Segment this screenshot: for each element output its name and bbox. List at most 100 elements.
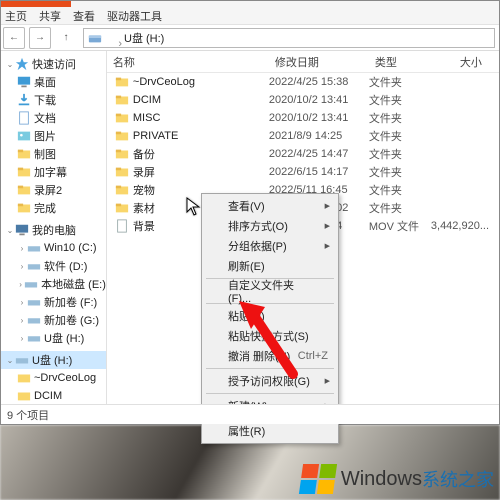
- sidebar-item-label: 新加卷 (F:): [44, 294, 97, 310]
- cell-type: 文件夹: [369, 200, 431, 216]
- ctx-group[interactable]: 分组依据(P): [204, 236, 336, 256]
- drive-icon: [27, 259, 41, 273]
- ctx-label: 粘贴(P): [228, 308, 265, 324]
- cell-date: 2022/6/15 14:17: [269, 166, 369, 178]
- sidebar-usb-root[interactable]: ⌄ U盘 (H:): [1, 351, 106, 369]
- sidebar-item-pictures[interactable]: 图片: [1, 127, 106, 145]
- drive-icon: [27, 295, 41, 309]
- drive-icon: [27, 241, 41, 255]
- sidebar: ⌄ 快速访问 桌面 下载 文档 图片 制图 加字幕 录屏2 完成 ⌄ 我的电脑: [1, 51, 107, 404]
- folder-icon: [115, 111, 129, 125]
- cell-date: 2020/10/2 13:41: [269, 112, 369, 124]
- ctx-label: 粘贴快捷方式(S): [228, 328, 309, 344]
- ctx-customize-folder[interactable]: 自定义文件夹(F)...: [204, 281, 336, 301]
- table-row[interactable]: 录屏2022/6/15 14:17文件夹: [107, 163, 499, 181]
- ribbon-cropped: [1, 1, 499, 7]
- breadcrumb[interactable]: U盘 (H:): [83, 28, 495, 48]
- tab-share[interactable]: 共享: [39, 8, 61, 24]
- chevron-right-icon: ›: [17, 316, 27, 325]
- col-size[interactable]: 大小: [431, 54, 493, 70]
- sidebar-drive-d[interactable]: ›软件 (D:): [1, 257, 106, 275]
- sidebar-quick-access[interactable]: ⌄ 快速访问: [1, 55, 106, 73]
- watermark-text: Windows: [341, 468, 422, 491]
- table-row[interactable]: ~DrvCeoLog2022/4/25 15:38文件夹: [107, 73, 499, 91]
- status-item-count: 9 个项目: [7, 407, 49, 423]
- sidebar-item-downloads[interactable]: 下载: [1, 91, 106, 109]
- folder-icon: [17, 147, 31, 161]
- tab-view[interactable]: 查看: [73, 8, 95, 24]
- drive-icon: [27, 331, 41, 345]
- folder-icon: [115, 93, 129, 107]
- sidebar-drive-f[interactable]: ›新加卷 (F:): [1, 293, 106, 311]
- sidebar-item-label: U盘 (H:): [44, 330, 84, 346]
- sidebar-item-label: 加字幕: [34, 164, 67, 180]
- up-button[interactable]: ↑: [55, 27, 77, 49]
- sidebar-drive-h[interactable]: ›U盘 (H:): [1, 329, 106, 347]
- sidebar-item-label: ~DrvCeoLog: [34, 372, 96, 384]
- table-row[interactable]: 备份2022/4/25 14:47文件夹: [107, 145, 499, 163]
- tab-home[interactable]: 主页: [5, 8, 27, 24]
- sidebar-item-label: DCIM: [34, 390, 62, 402]
- cell-name: MISC: [107, 111, 269, 125]
- sidebar-item-label: 制图: [34, 146, 56, 162]
- cell-type: 文件夹: [369, 128, 431, 144]
- sidebar-this-pc[interactable]: ⌄ 我的电脑: [1, 221, 106, 239]
- sidebar-item-custom1[interactable]: 制图: [1, 145, 106, 163]
- folder-icon: [17, 389, 31, 403]
- fwd-button[interactable]: →: [29, 27, 51, 49]
- table-row[interactable]: MISC2020/10/2 13:41文件夹: [107, 109, 499, 127]
- chevron-down-icon: ⌄: [5, 356, 15, 365]
- folder-icon: [17, 371, 31, 385]
- cell-type: 文件夹: [369, 146, 431, 162]
- sidebar-usb-dcim[interactable]: DCIM: [1, 387, 106, 404]
- sidebar-item-label: 文档: [34, 110, 56, 126]
- ctx-sort[interactable]: 排序方式(O): [204, 216, 336, 236]
- sidebar-item-done[interactable]: 完成: [1, 199, 106, 217]
- crumb-drive[interactable]: U盘 (H:): [118, 30, 170, 46]
- sidebar-item-desktop[interactable]: 桌面: [1, 73, 106, 91]
- cell-type: MOV 文件: [369, 218, 431, 234]
- tab-drive-tools[interactable]: 驱动器工具: [107, 8, 162, 24]
- desktop-icon: [17, 75, 31, 89]
- table-row[interactable]: DCIM2020/10/2 13:41文件夹: [107, 91, 499, 109]
- sidebar-drive-g[interactable]: ›新加卷 (G:): [1, 311, 106, 329]
- sidebar-item-subtitle[interactable]: 加字幕: [1, 163, 106, 181]
- ctx-undo[interactable]: 撤消 删除(U)Ctrl+Z: [204, 346, 336, 366]
- watermark: Windows 系统之家: [301, 464, 494, 494]
- watermark-text-cn: 系统之家: [422, 466, 494, 492]
- status-bar: 9 个项目: [1, 404, 499, 424]
- back-button[interactable]: ←: [3, 27, 25, 49]
- sidebar-usb-drv[interactable]: ~DrvCeoLog: [1, 369, 106, 387]
- sidebar-drive-e[interactable]: ›本地磁盘 (E:): [1, 275, 106, 293]
- ctx-paste-shortcut[interactable]: 粘贴快捷方式(S): [204, 326, 336, 346]
- ctx-properties[interactable]: 属性(R): [204, 421, 336, 441]
- folder-icon: [17, 201, 31, 215]
- table-row[interactable]: PRIVATE2021/8/9 14:25文件夹: [107, 127, 499, 145]
- ctx-refresh[interactable]: 刷新(E): [204, 256, 336, 276]
- ctx-label: 分组依据(P): [228, 238, 287, 254]
- column-headers[interactable]: 名称 修改日期 类型 大小: [107, 51, 499, 73]
- ctx-paste[interactable]: 粘贴(P): [204, 306, 336, 326]
- sidebar-item-label: 桌面: [34, 74, 56, 90]
- cell-type: 文件夹: [369, 164, 431, 180]
- folder-icon: [115, 75, 129, 89]
- cell-type: 文件夹: [369, 110, 431, 126]
- sidebar-drive-c[interactable]: ›Win10 (C:): [1, 239, 106, 257]
- cell-date: 2021/8/9 14:25: [269, 130, 369, 142]
- folder-icon: [115, 147, 129, 161]
- col-type[interactable]: 类型: [369, 54, 431, 70]
- sidebar-item-label: 我的电脑: [32, 222, 76, 238]
- sidebar-item-documents[interactable]: 文档: [1, 109, 106, 127]
- ctx-label: 属性(R): [228, 423, 265, 439]
- star-icon: [15, 57, 29, 71]
- cell-type: 文件夹: [369, 182, 431, 198]
- drive-icon: [27, 313, 41, 327]
- chevron-down-icon: ⌄: [5, 60, 15, 69]
- col-name[interactable]: 名称: [107, 54, 269, 70]
- ctx-view[interactable]: 查看(V): [204, 196, 336, 216]
- download-icon: [17, 93, 31, 107]
- sidebar-item-rec2[interactable]: 录屏2: [1, 181, 106, 199]
- col-date[interactable]: 修改日期: [269, 54, 369, 70]
- ctx-access[interactable]: 授予访问权限(G): [204, 371, 336, 391]
- ctx-label: 排序方式(O): [228, 218, 288, 234]
